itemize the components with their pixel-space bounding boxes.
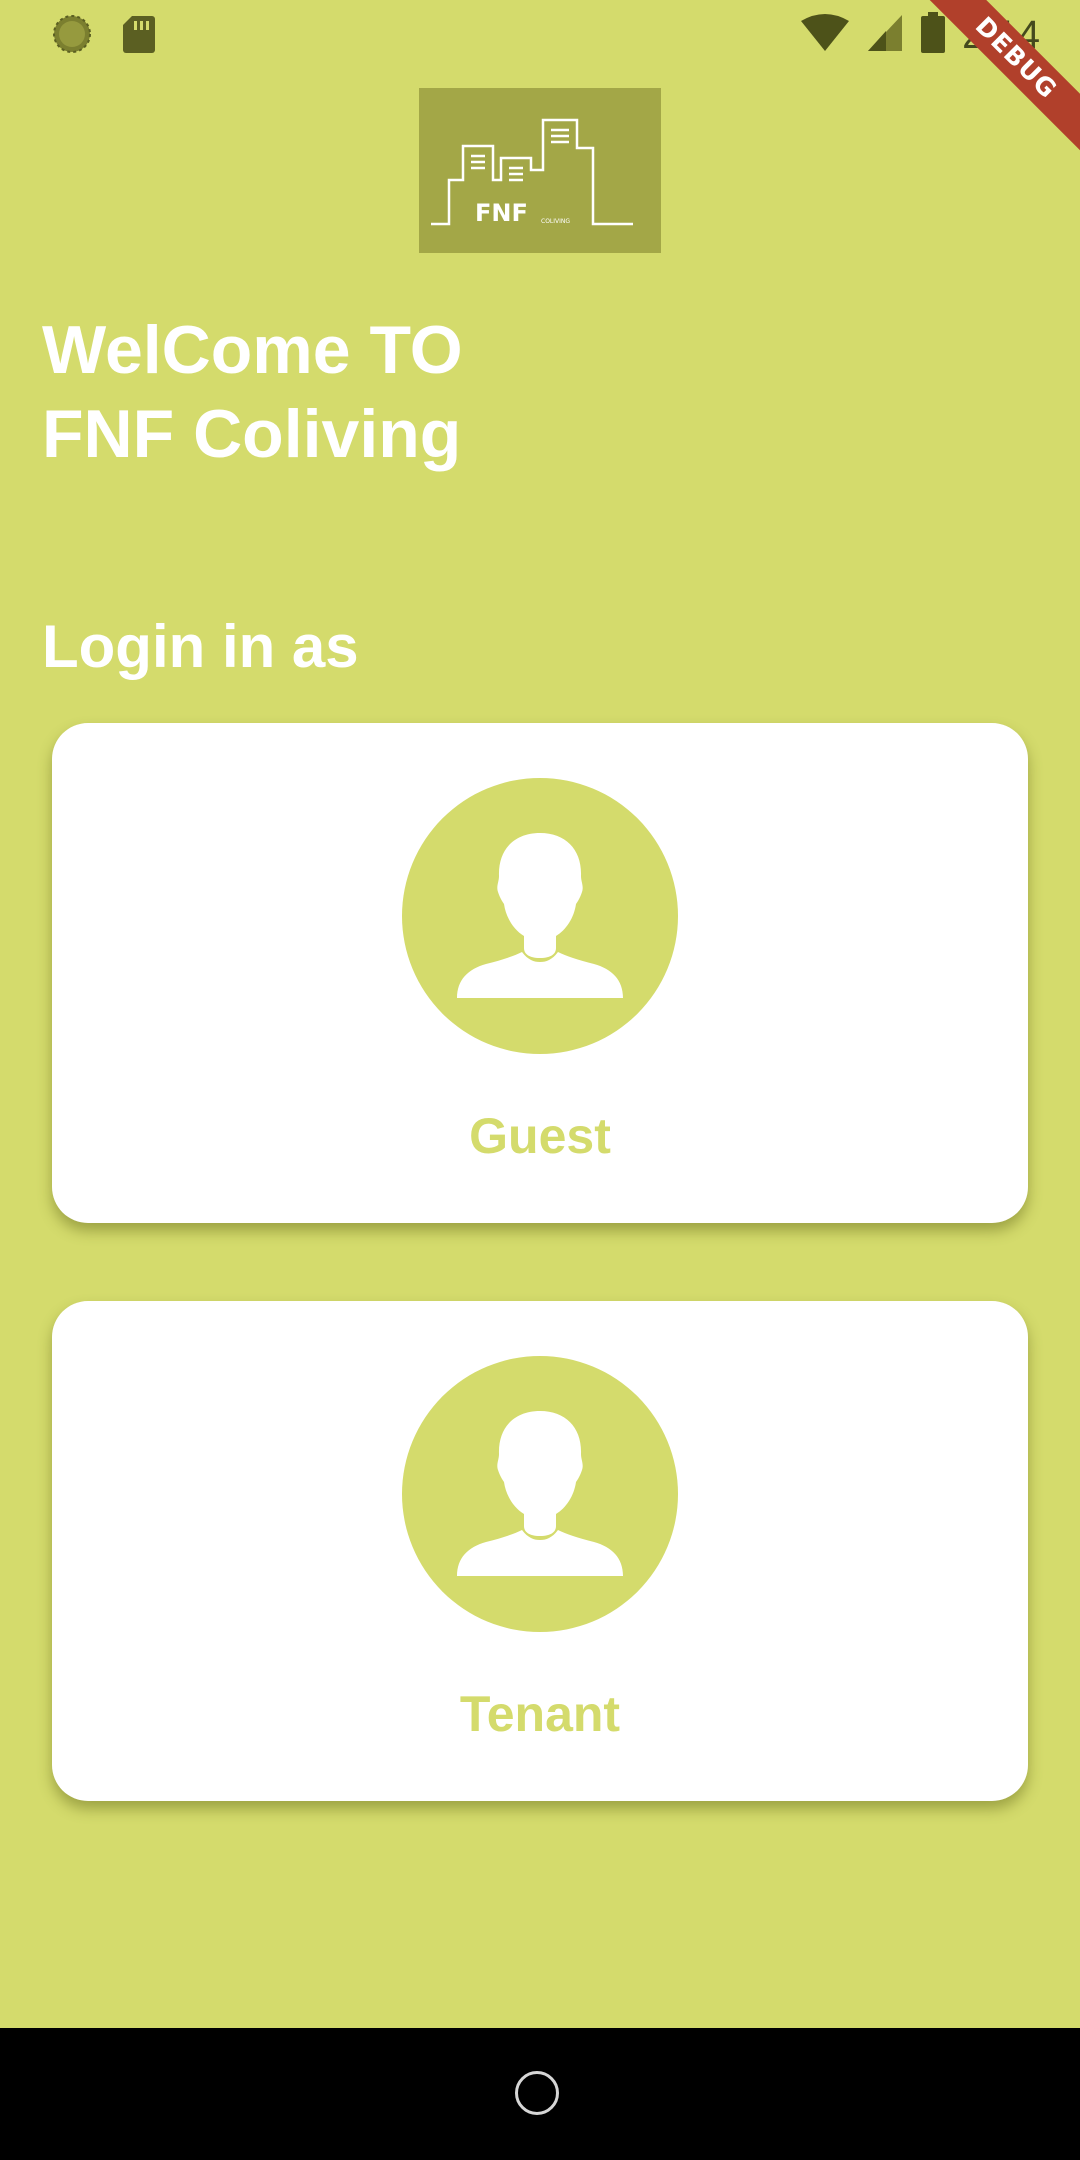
sd-card-icon bbox=[122, 14, 156, 59]
app-logo: FNF COLIVING bbox=[419, 88, 661, 253]
welcome-title: WelCome TO FNF Coliving bbox=[42, 308, 463, 476]
system-nav-bar bbox=[0, 2028, 1080, 2160]
guest-label: Guest bbox=[469, 1108, 611, 1164]
tenant-login-card[interactable]: Tenant bbox=[52, 1301, 1028, 1801]
person-avatar-icon bbox=[402, 1356, 678, 1632]
tenant-label: Tenant bbox=[459, 1686, 621, 1742]
sync-icon bbox=[52, 14, 92, 59]
logo-brand: FNF bbox=[475, 199, 528, 227]
welcome-line-1: WelCome TO bbox=[42, 312, 463, 388]
debug-banner-label: DEBUG bbox=[910, 0, 1080, 165]
person-avatar-icon bbox=[402, 778, 678, 1054]
logo-tagline: COLIVING bbox=[541, 218, 570, 225]
login-heading: Login in as bbox=[42, 613, 359, 680]
welcome-line-2: FNF Coliving bbox=[42, 396, 462, 472]
wifi-icon bbox=[800, 13, 850, 58]
status-left-icons bbox=[52, 14, 156, 59]
home-button-icon[interactable] bbox=[515, 2071, 559, 2115]
cell-signal-icon bbox=[866, 13, 904, 58]
debug-banner: DEBUG bbox=[910, 0, 1080, 170]
guest-login-card[interactable]: Guest bbox=[52, 723, 1028, 1223]
